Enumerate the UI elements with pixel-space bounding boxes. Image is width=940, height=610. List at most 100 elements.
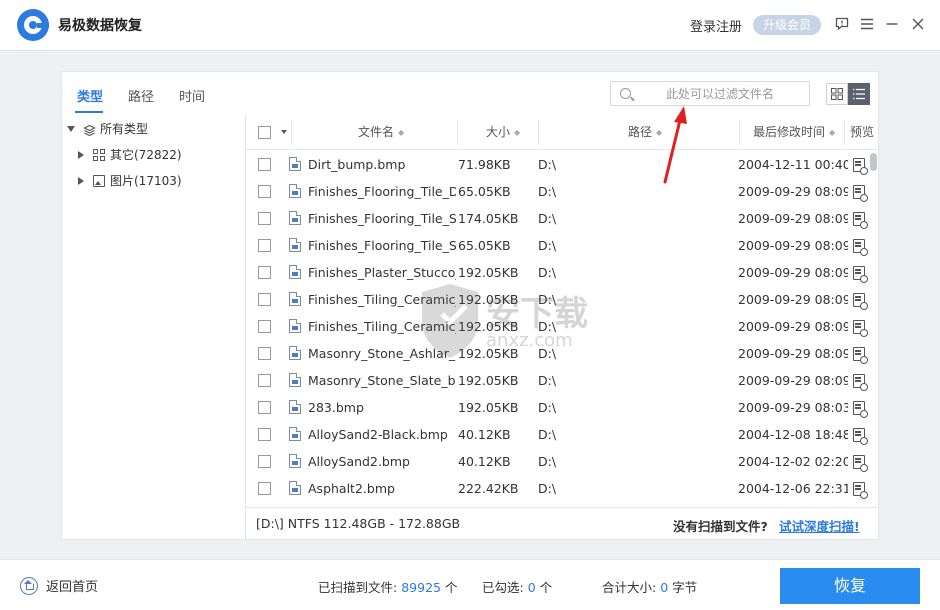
close-icon[interactable] xyxy=(909,15,927,33)
column-header-modified[interactable]: 最后修改时间 ◆ xyxy=(753,115,835,150)
tab-path[interactable]: 路径 xyxy=(128,86,154,105)
file-path: D:\ xyxy=(538,346,557,361)
table-row[interactable]: AlloySand2-Black.bmp 40.12KB D:\ 2004-12-08… xyxy=(246,421,878,448)
row-checkbox[interactable] xyxy=(258,293,271,306)
preview-icon[interactable] xyxy=(853,185,868,202)
file-size: 65.05KB xyxy=(458,238,511,253)
select-menu-caret-icon[interactable] xyxy=(281,130,287,134)
preview-icon[interactable] xyxy=(853,293,868,310)
row-checkbox[interactable] xyxy=(258,320,271,333)
file-modified-time: 2004-12-02 02:20 xyxy=(738,454,848,469)
tree-item-all-types[interactable]: 所有类型 xyxy=(67,119,148,139)
table-row[interactable]: Finishes_Flooring_Tile_S... 174.05KB D:\ 20… xyxy=(246,205,878,232)
expand-right-icon[interactable] xyxy=(78,151,84,159)
table-footer: [D:\] NTFS 112.48GB - 172.88GB 没有扫描到文件? … xyxy=(246,507,878,539)
table-row[interactable]: Dirt_bump.bmp 71.98KB D:\ 2004-12-11 00:40 xyxy=(246,151,878,178)
bmp-file-icon xyxy=(289,454,301,468)
file-name: Asphalt2.bmp xyxy=(308,481,395,496)
expand-right-icon[interactable] xyxy=(78,177,84,185)
file-path: D:\ xyxy=(538,211,557,226)
table-row[interactable]: Finishes_Flooring_Tile_D... 65.05KB D:\ 200… xyxy=(246,178,878,205)
table-row[interactable]: Finishes_Flooring_Tile_S... 65.05KB D:\ 200… xyxy=(246,232,878,259)
scanned-files-stat: 已扫描到文件: 89925 个 xyxy=(318,580,458,595)
preview-icon[interactable] xyxy=(853,374,868,391)
file-name: 283.bmp xyxy=(308,400,364,415)
bmp-file-icon xyxy=(289,346,301,360)
preview-icon[interactable] xyxy=(853,239,868,256)
preview-icon[interactable] xyxy=(853,158,868,175)
feedback-icon[interactable] xyxy=(833,15,851,33)
row-checkbox[interactable] xyxy=(258,401,271,414)
sort-icon: ◆ xyxy=(829,128,836,137)
selected-count: 0 xyxy=(527,580,536,595)
file-path: D:\ xyxy=(538,238,557,253)
list-view-button[interactable] xyxy=(848,83,870,105)
preview-icon[interactable] xyxy=(853,455,868,472)
column-header-path[interactable]: 路径 ◆ xyxy=(628,115,662,150)
file-modified-time: 2009-09-29 08:09 xyxy=(738,373,848,388)
minimize-icon[interactable] xyxy=(883,15,901,33)
expand-down-icon[interactable] xyxy=(67,126,75,132)
table-row[interactable]: Masonry_Stone_Slate_b... 192.05KB D:\ 2009-… xyxy=(246,367,878,394)
tree-item-other[interactable]: 其它(72822) xyxy=(77,145,182,165)
column-header-filename[interactable]: 文件名 ◆ xyxy=(358,115,404,150)
table-row[interactable]: Asphalt2.bmp 222.42KB D:\ 2004-12-06 22:31 xyxy=(246,475,878,502)
tab-type[interactable]: 类型 xyxy=(77,86,103,105)
back-home-button[interactable]: 返回首页 xyxy=(20,576,98,595)
vertical-scrollbar[interactable] xyxy=(869,151,878,507)
table-row[interactable]: Masonry_Stone_Ashlar_... 192.05KB D:\ 2009-… xyxy=(246,340,878,367)
table-row[interactable]: 283.bmp 192.05KB D:\ 2009-09-29 08:03 xyxy=(246,394,878,421)
login-register-link[interactable]: 登录注册 xyxy=(690,16,742,35)
search-icon xyxy=(620,88,631,99)
tree-item-images[interactable]: 图片(17103) xyxy=(77,171,182,191)
bmp-file-icon xyxy=(289,238,301,252)
preview-icon[interactable] xyxy=(853,347,868,364)
preview-icon[interactable] xyxy=(853,401,868,418)
table-row[interactable]: Finishes_Tiling_Ceramic_...192.05KB D:\ 20… xyxy=(246,286,878,313)
recover-button[interactable]: 恢复 xyxy=(780,568,920,604)
row-checkbox[interactable] xyxy=(258,347,271,360)
table-row[interactable]: Finishes_Plaster_Stucco_...192.05KB D:\ 20… xyxy=(246,259,878,286)
row-checkbox[interactable] xyxy=(258,428,271,441)
row-checkbox[interactable] xyxy=(258,374,271,387)
filter-input[interactable] xyxy=(635,84,805,103)
row-checkbox[interactable] xyxy=(258,212,271,225)
tab-time[interactable]: 时间 xyxy=(179,86,205,105)
file-modified-time: 2004-12-06 22:31 xyxy=(738,481,848,496)
table-row[interactable]: AlloySand2.bmp 40.12KB D:\ 2004-12-02 02:20 xyxy=(246,448,878,475)
preview-icon[interactable] xyxy=(853,482,868,499)
scanned-count: 89925 xyxy=(401,580,441,595)
upgrade-vip-button[interactable]: 升级会员 xyxy=(753,15,821,35)
file-size: 192.05KB xyxy=(458,400,519,415)
file-name: Finishes_Tiling_Ceramic_... xyxy=(308,292,456,307)
scrollbar-thumb[interactable] xyxy=(870,153,877,171)
column-header-size[interactable]: 大小 ◆ xyxy=(486,115,520,150)
select-all-checkbox[interactable] xyxy=(258,126,271,139)
file-size: 222.42KB xyxy=(458,481,519,496)
file-name: Finishes_Flooring_Tile_S... xyxy=(308,211,456,226)
file-path: D:\ xyxy=(538,481,557,496)
preview-icon[interactable] xyxy=(853,428,868,445)
preview-icon[interactable] xyxy=(853,212,868,229)
row-checkbox[interactable] xyxy=(258,266,271,279)
file-size: 192.05KB xyxy=(458,373,519,388)
no-files-found-text: 没有扫描到文件? xyxy=(673,519,768,534)
app-title: 易极数据恢复 xyxy=(58,18,142,34)
row-checkbox[interactable] xyxy=(258,482,271,495)
table-row[interactable]: Finishes_Tiling_Ceramic_...192.05KB D:\ 20… xyxy=(246,313,878,340)
preview-icon[interactable] xyxy=(853,320,868,337)
file-path: D:\ xyxy=(538,184,557,199)
row-checkbox[interactable] xyxy=(258,455,271,468)
menu-icon[interactable] xyxy=(858,15,876,33)
bmp-file-icon xyxy=(289,184,301,198)
row-checkbox[interactable] xyxy=(258,239,271,252)
row-checkbox[interactable] xyxy=(258,185,271,198)
total-size: 0 xyxy=(660,580,669,595)
back-home-label: 返回首页 xyxy=(46,580,99,595)
file-modified-time: 2009-09-29 08:09 xyxy=(738,292,848,307)
file-path: D:\ xyxy=(538,292,557,307)
row-checkbox[interactable] xyxy=(258,158,271,171)
deep-scan-link[interactable]: 试试深度扫描! xyxy=(779,516,860,535)
preview-icon[interactable] xyxy=(853,266,868,283)
grid-view-button[interactable] xyxy=(826,83,848,105)
